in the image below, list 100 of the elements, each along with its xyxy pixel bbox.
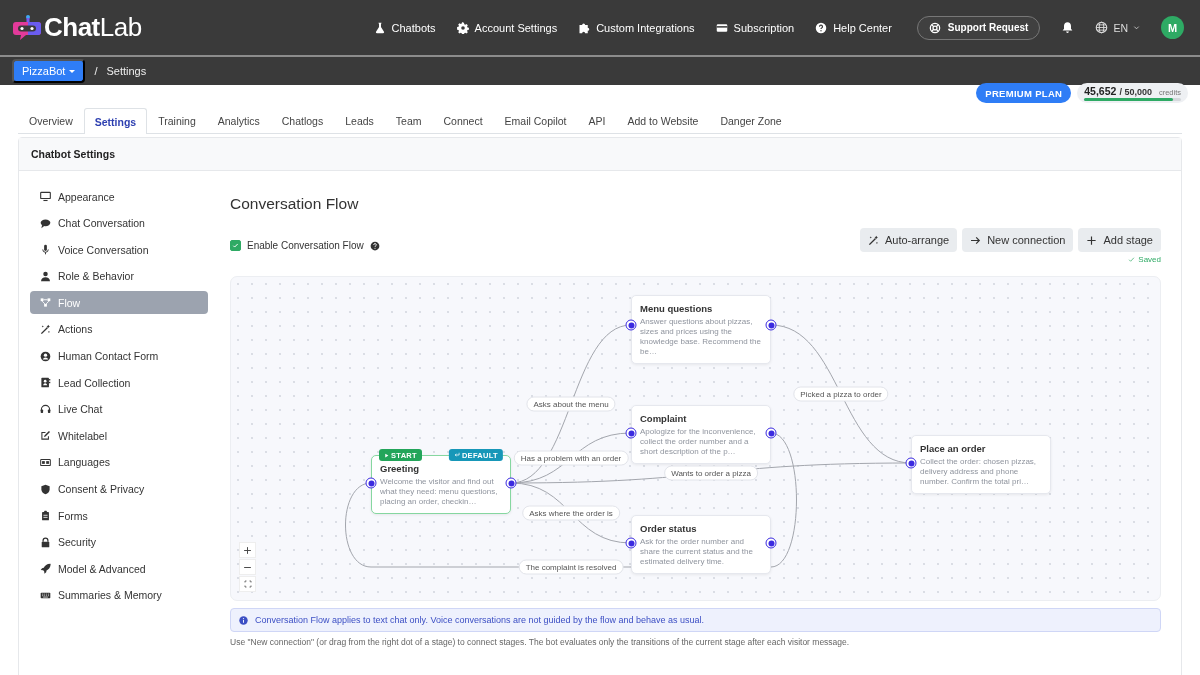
sidebar-item[interactable]: Chat Conversation — [30, 211, 208, 235]
credit-card-icon — [715, 21, 728, 34]
sidebar-item[interactable]: Role & Behavior — [30, 264, 208, 288]
zoom-out-button[interactable] — [239, 559, 256, 575]
sidebar-item[interactable]: Languages — [30, 450, 208, 474]
connection-handle[interactable] — [625, 537, 637, 549]
notification-bell-icon — [1061, 21, 1075, 34]
flask-icon — [373, 21, 386, 34]
stage-card[interactable]: Place an order Collect the order: chosen pizzas, delivery address and phone number. Confirm the total pri… — [911, 435, 1051, 494]
card-title: Chatbot Settings — [31, 148, 115, 160]
breadcrumb-separator: / — [94, 65, 98, 77]
person-icon — [40, 270, 51, 282]
checkbox-label: Enable Conversation Flow — [247, 240, 364, 251]
connection-handle[interactable] — [505, 477, 517, 489]
transition-label[interactable]: Wants to order a pizza — [664, 465, 758, 481]
stage-card[interactable]: Menu questions Answer questions about pizzas, sizes and prices using the knowledge base. Recommend the be… — [631, 295, 771, 364]
tab[interactable]: API — [577, 108, 617, 133]
connection-handle[interactable] — [765, 537, 777, 549]
connection-handle[interactable] — [765, 427, 777, 439]
connection-handle[interactable] — [365, 477, 377, 489]
connection-handle[interactable] — [905, 457, 917, 469]
tab[interactable]: Settings — [83, 108, 148, 134]
help-text: Use "New connection" (or drag from the right dot of a stage) to connect stages. The bot evaluates only the transitions of the current stage after each visitor message. — [230, 637, 851, 647]
logo-text[interactable]: ChatLab — [44, 12, 142, 43]
connection-handle[interactable] — [625, 427, 637, 439]
toolbar-button[interactable]: Add stage — [1078, 228, 1161, 252]
tab[interactable]: Danger Zone — [709, 108, 793, 133]
save-status: Saved — [1138, 255, 1161, 264]
nav-link[interactable]: Subscription — [715, 21, 795, 34]
tab[interactable]: Email Copilot — [493, 108, 578, 133]
person-circle-icon — [40, 350, 51, 362]
tab[interactable]: Overview — [18, 108, 84, 133]
tab[interactable]: Chatlogs — [270, 108, 335, 133]
toolbar-button[interactable]: Auto-arrange — [859, 228, 958, 252]
toolbar-button[interactable]: New connection — [962, 228, 1074, 252]
transition-label[interactable]: The complaint is resolved — [518, 559, 624, 575]
tab[interactable]: Analytics — [206, 108, 271, 133]
tab[interactable]: Leads — [334, 108, 385, 133]
connection-handle[interactable] — [625, 319, 637, 331]
stage-title: Menu questions — [640, 303, 714, 314]
zoom-in-button[interactable] — [239, 542, 256, 558]
nav-link[interactable]: Help Center — [815, 21, 892, 34]
sidebar-item[interactable]: Live Chat — [30, 397, 208, 421]
info-icon — [239, 615, 248, 625]
connection-handle[interactable] — [765, 319, 777, 331]
sidebar-item[interactable]: Lead Collection — [30, 371, 208, 395]
sidebar-item[interactable]: Consent & Privacy — [30, 477, 208, 501]
nav-link[interactable]: Account Settings — [456, 21, 558, 34]
headset-icon — [40, 403, 51, 415]
robot-logo-icon — [12, 12, 42, 43]
checkmark-icon — [1128, 256, 1136, 263]
sidebar-item[interactable]: Model & Advanced — [30, 557, 208, 581]
nav-link[interactable]: Custom Integrations — [578, 21, 695, 34]
rocket-icon — [40, 563, 51, 575]
checkbox[interactable] — [230, 240, 241, 251]
credits-used: 45,652 — [1084, 85, 1117, 97]
transition-label[interactable]: Has a problem with an order — [513, 450, 629, 466]
transition-label[interactable]: Asks where the order is — [522, 505, 620, 521]
stage-title: Order status — [640, 523, 698, 534]
contact-book-icon — [40, 377, 51, 389]
sidebar-item[interactable]: Actions — [30, 317, 208, 341]
sidebar-item[interactable]: Appearance — [30, 185, 208, 208]
edit-icon — [40, 430, 51, 442]
lock-icon — [40, 536, 51, 548]
tab[interactable]: Connect — [432, 108, 494, 133]
puzzle-icon — [578, 21, 591, 34]
chatbot-selector[interactable]: PizzaBot — [12, 59, 86, 83]
language-icon — [40, 456, 51, 468]
fit-view-icon — [243, 580, 252, 588]
lifebuoy-icon — [928, 21, 941, 34]
sidebar-item[interactable]: Forms — [30, 504, 208, 528]
plan-badge: PREMIUM PLAN — [976, 83, 1072, 103]
stage-description: Answer questions about pizzas, sizes and prices using the knowledge base. Recommend the be… — [640, 317, 762, 357]
nav-link[interactable]: Chatbots — [373, 21, 436, 34]
language-selector[interactable]: EN — [1095, 21, 1140, 34]
stage-description: Welcome the visitor and find out what they need: menu questions, placing an order, checkin… — [380, 477, 499, 507]
support-request-button[interactable]: Support Request — [916, 15, 1041, 40]
sidebar-item[interactable]: Whitelabel — [30, 424, 208, 448]
stage-card[interactable]: Complaint Apologize for the inconvenience, collect the order number and a short description of the p… — [631, 405, 771, 464]
transition-label[interactable]: Asks about the menu — [526, 396, 616, 412]
tab[interactable]: Team — [384, 108, 433, 133]
speech-bubble-icon — [40, 217, 51, 229]
stage-description: Ask for the order number and share the current status and the estimated delivery time. — [640, 537, 754, 567]
globe-icon — [1095, 21, 1109, 34]
checkmark-icon — [232, 242, 239, 249]
credits-total: / 50,000 — [1119, 87, 1152, 97]
transition-label[interactable]: Picked a pizza to order — [793, 386, 889, 402]
sidebar-item[interactable]: Summaries & Memory — [30, 583, 208, 607]
stage-card[interactable]: Order status Ask for the order number and share the current status and the estimated delivery time. — [631, 515, 771, 574]
settings-icon — [456, 21, 469, 34]
tab[interactable]: Training — [147, 108, 207, 133]
stage-title: Complaint — [640, 413, 688, 424]
sidebar-item[interactable]: Human Contact Form — [30, 344, 208, 368]
sidebar-item[interactable]: Security — [30, 530, 208, 554]
sidebar-item[interactable]: Voice Conversation — [30, 238, 208, 262]
microphone-icon — [40, 244, 51, 256]
stage-description: Collect the order: chosen pizzas, delivery address and phone number. Confirm the total pri… — [920, 457, 1038, 487]
breadcrumb-current: Settings — [106, 65, 147, 77]
tab[interactable]: Add to Website — [616, 108, 710, 133]
flow-icon — [40, 297, 51, 309]
